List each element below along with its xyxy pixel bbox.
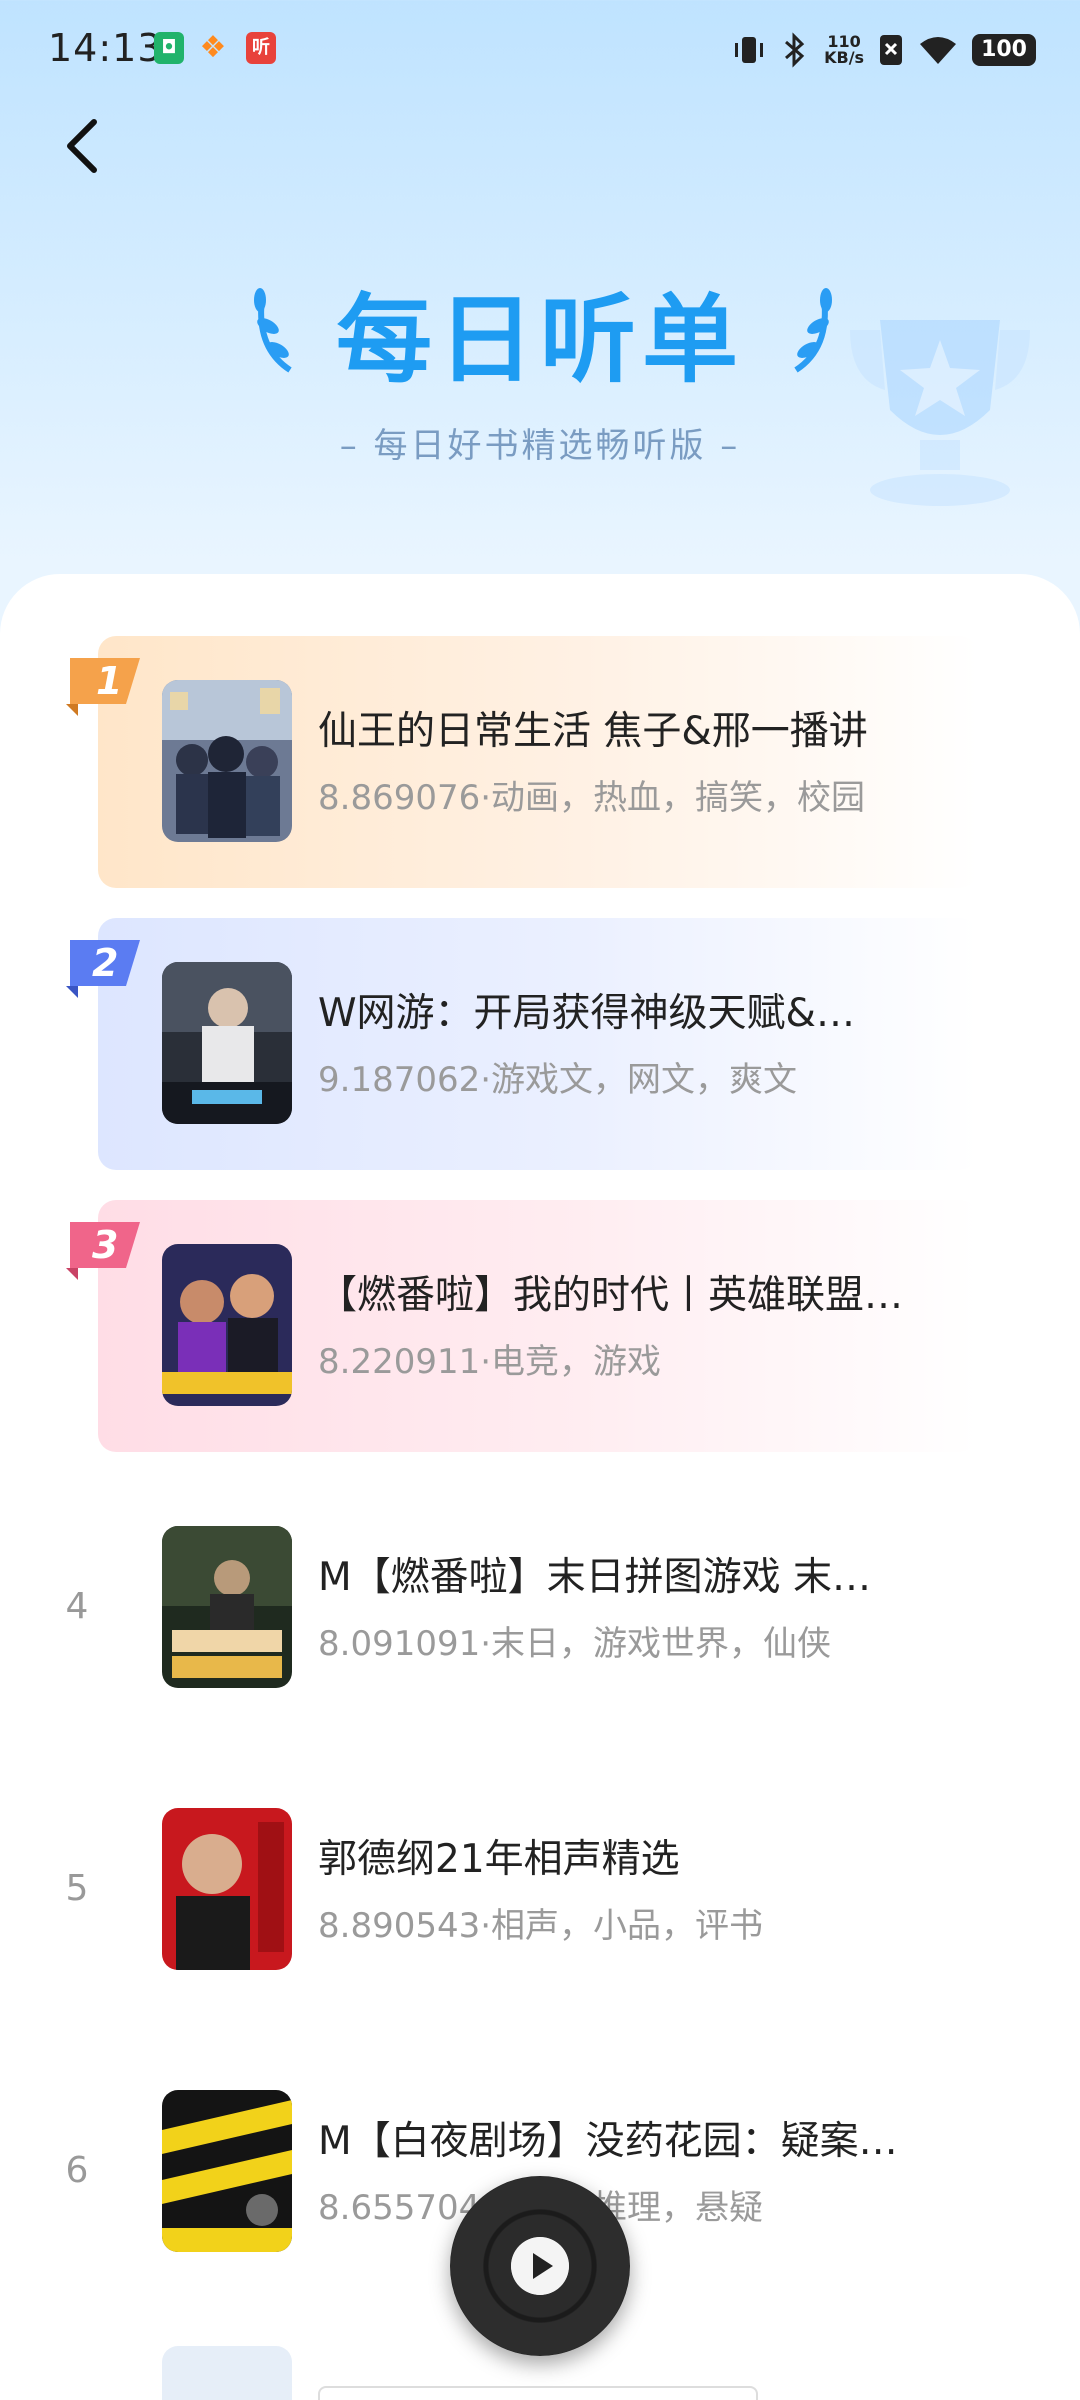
book-title: W网游：开局获得神级天赋&… [318, 991, 855, 1036]
rank-badge-icon: 3 [66, 1222, 140, 1280]
book-cover[interactable] [162, 680, 292, 842]
wifi-icon [920, 37, 957, 64]
book-cover[interactable] [162, 1244, 292, 1406]
book-cover[interactable] [162, 962, 292, 1124]
network-speed: 110 KB/s [824, 32, 865, 67]
rank-badge-icon: 2 [66, 940, 140, 998]
book-title: M【白夜剧场】没药花园：疑案… [318, 2119, 898, 2164]
book-cover[interactable] [162, 1808, 292, 1970]
book-title: 【燃番啦】我的时代丨英雄联盟… [318, 1273, 904, 1318]
app-notification-icon: 听 [246, 32, 276, 64]
rank-number: 4 [65, 1586, 89, 1627]
list-item[interactable]: 4 M【燃番啦】末日拼图游戏 末… 8.091091·末日，游戏世界，仙侠 [0, 1482, 1080, 1734]
list-item-partial [318, 2386, 758, 2400]
book-meta: 8.869076·动画，热血，搞笑，校园 [318, 778, 866, 818]
book-list-panel: 1 仙王的日常生活 焦子&邢一播讲 8.869076·动画，热血，搞笑，校园 2 [0, 574, 1080, 2400]
book-cover[interactable] [162, 1526, 292, 1688]
book-title: 仙王的日常生活 焦子&邢一播讲 [318, 709, 868, 754]
list-item[interactable]: 2 W网游：开局获得神级天赋&… 9.187062·游戏文，网文，爽文 [0, 918, 1080, 1170]
book-cover[interactable] [162, 2090, 292, 2252]
list-item[interactable]: 1 仙王的日常生活 焦子&邢一播讲 8.869076·动画，热血，搞笑，校园 [0, 636, 1080, 888]
app-notification-icon: ❖ [199, 30, 227, 65]
rank-number: 6 [65, 2150, 89, 2191]
book-meta: 8.091091·末日，游戏世界，仙侠 [318, 1624, 832, 1664]
book-meta: 8.220911·电竞，游戏 [318, 1342, 662, 1382]
play-icon [511, 2237, 569, 2295]
book-cover[interactable] [162, 2346, 292, 2400]
book-meta: 8.890543·相声，小品，评书 [318, 1906, 764, 1946]
book-meta: 8.655704·悬疑，推理，悬疑 [318, 2180, 938, 2229]
app-notification-icon: ◘ [154, 32, 184, 64]
book-title: M【燃番啦】末日拼图游戏 末… [318, 1555, 872, 1600]
rank-number: 5 [65, 1868, 89, 1909]
rank-number: 3 [92, 1223, 118, 1267]
page-subtitle: – 每日好书精选畅听版 – [339, 426, 741, 466]
book-title: 郭德纲21年相声精选 [318, 1837, 680, 1882]
list-item[interactable]: 3 【燃番啦】我的时代丨英雄联盟… 8.220911·电竞，游戏 [0, 1200, 1080, 1452]
page-title: 每日听单 [336, 284, 744, 396]
vibrate-icon [735, 37, 764, 63]
rank-number: 1 [96, 659, 122, 703]
floating-player-button[interactable] [450, 2176, 630, 2356]
list-item[interactable]: 5 郭德纲21年相声精选 8.890543·相声，小品，评书 [0, 1764, 1080, 2016]
back-button[interactable] [56, 116, 108, 176]
battery-indicator: 100 [972, 34, 1036, 66]
status-bar: 14:13 ◘ ❖ 听 110 KB/s 100 [0, 0, 1080, 100]
rank-badge-icon: 1 [66, 658, 140, 716]
rank-number: 2 [92, 941, 118, 985]
book-meta: 9.187062·游戏文，网文，爽文 [318, 1060, 798, 1100]
sim-off-icon [880, 35, 903, 65]
status-time: 14:13 [48, 26, 163, 70]
bluetooth-icon [785, 32, 805, 68]
